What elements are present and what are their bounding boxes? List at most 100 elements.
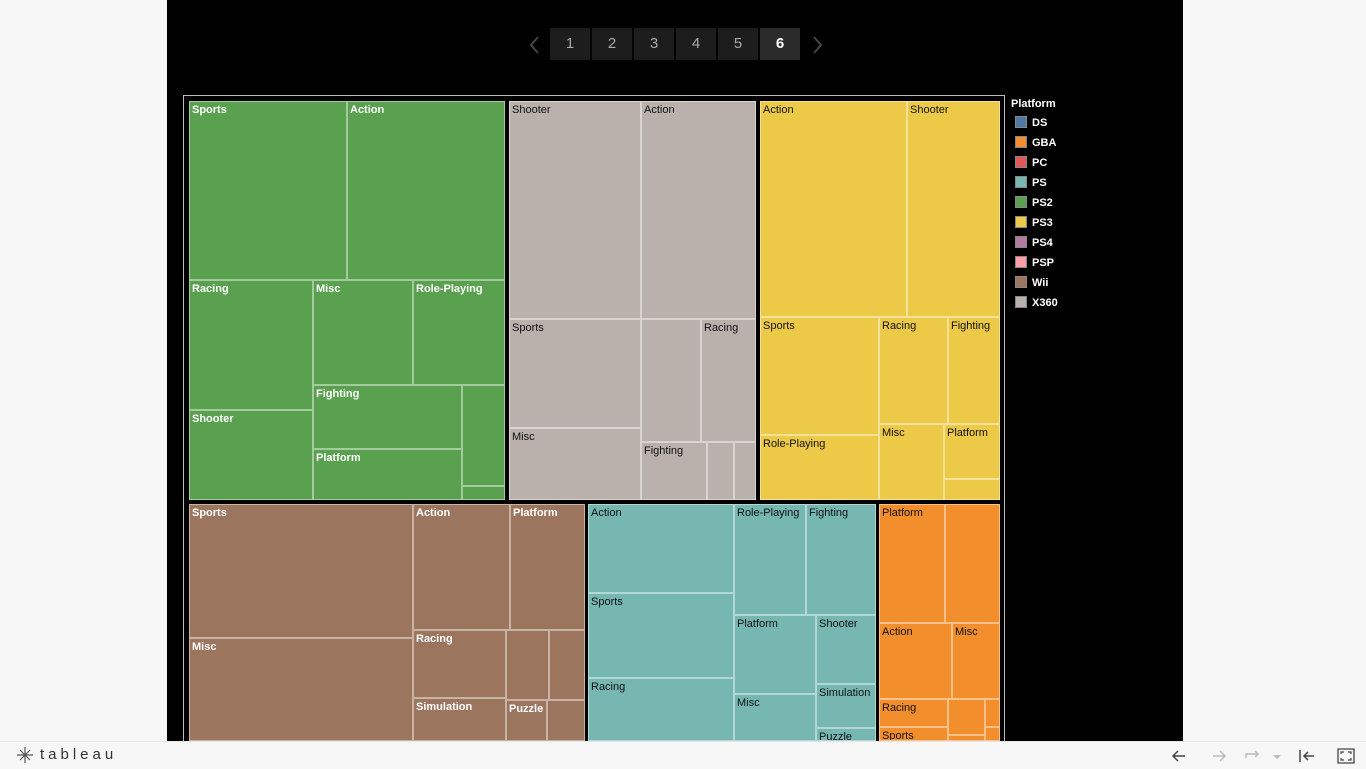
treemap-cell-gba-racing[interactable]: Racing bbox=[879, 699, 948, 727]
legend-label: GBA bbox=[1032, 137, 1057, 149]
treemap-cell-ps-puzzle[interactable]: Puzzle bbox=[816, 728, 876, 741]
legend-item-ps2[interactable]: PS2 bbox=[1011, 192, 1091, 212]
treemap-cell-ps-simulation[interactable]: Simulation bbox=[816, 684, 876, 728]
treemap-cell-label: Platform bbox=[882, 507, 923, 519]
treemap-cell-ps-shooter[interactable]: Shooter bbox=[816, 615, 876, 684]
legend-label: PS3 bbox=[1032, 217, 1053, 229]
treemap-cell-gba-unlabeled[interactable] bbox=[945, 504, 1000, 623]
treemap-cell-gba-misc[interactable]: Misc bbox=[952, 623, 1000, 699]
treemap-cell-gba-sports[interactable]: Sports bbox=[879, 727, 948, 741]
treemap-cell-x360-shooter[interactable]: Shooter bbox=[509, 101, 641, 319]
treemap-cell-label: Platform bbox=[947, 427, 988, 439]
treemap-cell-ps2-unlabeled[interactable] bbox=[462, 486, 505, 500]
treemap-cell-ps-platform[interactable]: Platform bbox=[734, 615, 816, 694]
treemap-cell-gba-unlabeled[interactable] bbox=[985, 727, 1000, 741]
treemap-cell-ps2-fighting[interactable]: Fighting bbox=[313, 385, 462, 449]
dropdown-icon[interactable] bbox=[1270, 746, 1284, 766]
treemap-cell-x360-fighting[interactable]: Fighting bbox=[641, 442, 707, 500]
treemap-cell-x360-racing[interactable]: Racing bbox=[701, 319, 756, 442]
treemap-cell-label: Sports bbox=[192, 104, 227, 116]
legend-swatch bbox=[1015, 296, 1027, 308]
treemap-cell-wii-simulation[interactable]: Simulation bbox=[413, 698, 506, 741]
treemap-cell-gba-unlabeled[interactable] bbox=[985, 699, 1000, 727]
treemap-cell-ps3-sports[interactable]: Sports bbox=[760, 317, 879, 435]
treemap-cell-x360-unlabeled[interactable] bbox=[641, 319, 701, 442]
treemap-cell-ps2-sports[interactable]: Sports bbox=[189, 101, 347, 280]
treemap-cell-label: Misc bbox=[192, 641, 217, 653]
treemap-cell-ps2-misc[interactable]: Misc bbox=[313, 280, 413, 385]
next-page-icon[interactable] bbox=[807, 34, 827, 56]
treemap-cell-wii-unlabeled[interactable] bbox=[549, 630, 585, 700]
treemap-cell-x360-unlabeled[interactable] bbox=[734, 442, 756, 500]
treemap-cell-ps-fighting[interactable]: Fighting bbox=[806, 504, 876, 615]
treemap-cell-ps3-misc[interactable]: Misc bbox=[879, 424, 944, 500]
treemap-cell-wii-sports[interactable]: Sports bbox=[189, 504, 413, 638]
treemap-cell-x360-unlabeled[interactable] bbox=[707, 442, 734, 500]
reset-icon[interactable] bbox=[1296, 746, 1318, 766]
page-5-button[interactable]: 5 bbox=[718, 28, 758, 60]
page-4-button[interactable]: 4 bbox=[676, 28, 716, 60]
treemap-cell-ps3-action[interactable]: Action bbox=[760, 101, 907, 317]
treemap-cell-label: Racing bbox=[591, 681, 626, 693]
tableau-brand-text[interactable]: tableau bbox=[40, 746, 117, 763]
treemap-cell-ps2-action[interactable]: Action bbox=[347, 101, 505, 280]
legend-label: PC bbox=[1032, 157, 1048, 169]
treemap-cell-ps-action[interactable]: Action bbox=[588, 504, 734, 593]
treemap-cell-ps3-role-playing[interactable]: Role-Playing bbox=[760, 435, 879, 500]
treemap-cell-ps2-unlabeled[interactable] bbox=[462, 385, 505, 486]
treemap-cell-x360-misc[interactable]: Misc bbox=[509, 428, 641, 500]
treemap-cell-ps2-role-playing[interactable]: Role-Playing bbox=[413, 280, 505, 385]
treemap-cell-ps2-shooter[interactable]: Shooter bbox=[189, 410, 313, 500]
treemap-cell-ps2-platform[interactable]: Platform bbox=[313, 449, 462, 500]
fullscreen-icon[interactable] bbox=[1335, 746, 1357, 766]
treemap-cell-ps-misc[interactable]: Misc bbox=[734, 694, 816, 741]
treemap-cell-wii-unlabeled[interactable] bbox=[506, 630, 549, 700]
page-1-button[interactable]: 1 bbox=[550, 28, 590, 60]
treemap-cell-ps3-fighting[interactable]: Fighting bbox=[948, 317, 1000, 424]
legend-item-ps3[interactable]: PS3 bbox=[1011, 212, 1091, 232]
treemap-cell-label: Misc bbox=[512, 431, 535, 443]
legend-swatch bbox=[1015, 136, 1027, 148]
treemap-cell-label: Misc bbox=[737, 697, 760, 709]
treemap-cell-label: Platform bbox=[513, 507, 558, 519]
treemap-cell-gba-unlabeled[interactable] bbox=[948, 699, 985, 735]
legend-item-x360[interactable]: X360 bbox=[1011, 292, 1091, 312]
legend-label: PS2 bbox=[1032, 197, 1053, 209]
treemap-cell-ps-racing[interactable]: Racing bbox=[588, 678, 734, 741]
prev-page-icon[interactable] bbox=[525, 34, 545, 56]
treemap-cell-ps-role-playing[interactable]: Role-Playing bbox=[734, 504, 806, 615]
tableau-logo-icon[interactable] bbox=[16, 746, 34, 764]
treemap-cell-wii-platform[interactable]: Platform bbox=[510, 504, 585, 630]
treemap-cell-gba-platform[interactable]: Platform bbox=[879, 504, 945, 623]
legend-item-wii[interactable]: Wii bbox=[1011, 272, 1091, 292]
treemap-cell-ps-sports[interactable]: Sports bbox=[588, 593, 734, 678]
undo-icon[interactable] bbox=[1168, 746, 1190, 766]
treemap-cell-wii-puzzle[interactable]: Puzzle bbox=[506, 700, 547, 741]
treemap-cell-label: Misc bbox=[882, 427, 905, 439]
page-6-button[interactable]: 6 bbox=[760, 28, 800, 60]
legend-item-ps4[interactable]: PS4 bbox=[1011, 232, 1091, 252]
treemap-cell-ps2-racing[interactable]: Racing bbox=[189, 280, 313, 410]
treemap-cell-ps3-shooter[interactable]: Shooter bbox=[907, 101, 1000, 317]
treemap-cell-ps3-platform[interactable]: Platform bbox=[944, 424, 1000, 479]
treemap-cell-wii-misc[interactable]: Misc bbox=[189, 638, 413, 741]
treemap-cell-x360-action[interactable]: Action bbox=[641, 101, 756, 319]
legend-item-psp[interactable]: PSP bbox=[1011, 252, 1091, 272]
treemap-cell-label: Misc bbox=[316, 283, 341, 295]
legend-item-gba[interactable]: GBA bbox=[1011, 132, 1091, 152]
treemap-cell-x360-sports[interactable]: Sports bbox=[509, 319, 641, 428]
treemap-cell-wii-unlabeled[interactable] bbox=[547, 700, 585, 741]
page-2-button[interactable]: 2 bbox=[592, 28, 632, 60]
treemap-cell-wii-racing[interactable]: Racing bbox=[413, 630, 506, 698]
legend-item-ps[interactable]: PS bbox=[1011, 172, 1091, 192]
treemap-cell-ps3-racing[interactable]: Racing bbox=[879, 317, 948, 424]
treemap-cell-wii-action[interactable]: Action bbox=[413, 504, 510, 630]
legend-item-ds[interactable]: DS bbox=[1011, 112, 1091, 132]
treemap-cell-gba-action[interactable]: Action bbox=[879, 623, 952, 699]
redo-icon[interactable] bbox=[1208, 746, 1230, 766]
legend-item-pc[interactable]: PC bbox=[1011, 152, 1091, 172]
legend-swatch bbox=[1015, 156, 1027, 168]
page-3-button[interactable]: 3 bbox=[634, 28, 674, 60]
revert-icon[interactable] bbox=[1242, 746, 1264, 766]
treemap-cell-ps3-unlabeled[interactable] bbox=[944, 479, 1000, 500]
